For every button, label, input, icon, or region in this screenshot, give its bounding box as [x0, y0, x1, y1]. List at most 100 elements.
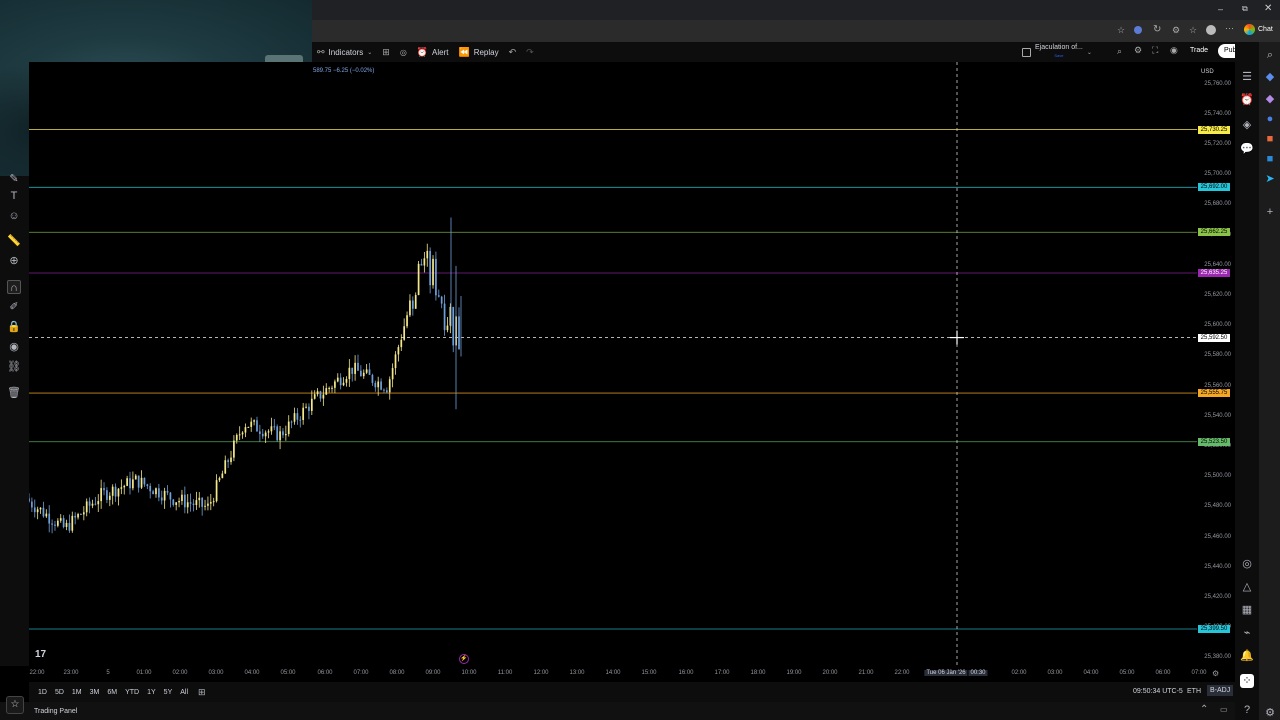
avatar[interactable]: [1206, 25, 1216, 35]
notification-icon[interactable]: 🔔: [1240, 649, 1254, 663]
refresh-icon[interactable]: ↻: [1153, 24, 1161, 35]
trading-panel-tab[interactable]: Trading Panel: [34, 708, 77, 715]
event-marker-icon[interactable]: ⚡: [459, 654, 469, 664]
clock-readout[interactable]: 09:50:34 UTC-5: [1133, 688, 1183, 695]
range-button-1d[interactable]: 1D: [38, 689, 47, 696]
currency-label[interactable]: USD: [1201, 69, 1214, 75]
apps-grid-icon[interactable]: ⁘: [1240, 674, 1254, 688]
redo-button[interactable]: ↷: [526, 47, 534, 58]
price-level-tag[interactable]: 25,692.00: [1198, 183, 1230, 192]
adjustment-toggle[interactable]: B-ADJ: [1207, 685, 1234, 696]
trash-icon[interactable]: 🗑: [7, 386, 21, 400]
price-level-tag[interactable]: 25,399.50: [1198, 625, 1230, 633]
price-level-tag[interactable]: 25,523.50: [1198, 437, 1230, 446]
range-button-1m[interactable]: 1M: [72, 689, 82, 696]
pencil-lock-icon[interactable]: ✐: [7, 300, 21, 314]
range-button-1y[interactable]: 1Y: [147, 689, 156, 696]
settings-icon[interactable]: ⚙: [1134, 45, 1142, 56]
collapse-icon[interactable]: ⌃: [1200, 704, 1208, 715]
alerts-clock-icon[interactable]: ⏰: [1240, 93, 1254, 107]
trade-button[interactable]: Trade: [1190, 47, 1208, 54]
close-icon[interactable]: ✕: [1264, 3, 1272, 14]
price-level-tag[interactable]: 25,662.25: [1198, 228, 1230, 237]
watchlist-icon[interactable]: ☰: [1240, 70, 1254, 84]
range-button-5d[interactable]: 5D: [55, 689, 64, 696]
price-tick: 25,680.00: [1204, 201, 1231, 208]
session-toggle[interactable]: ETH: [1187, 688, 1201, 695]
star-icon[interactable]: ☆: [6, 696, 24, 714]
time-tick: Tue 06 Jan '26: [924, 670, 968, 676]
chat-icon[interactable]: 💬: [1240, 142, 1254, 156]
candle-body: [62, 518, 65, 527]
lock-icon[interactable]: 🔒: [7, 320, 21, 334]
candle-body: [429, 250, 432, 286]
help-icon[interactable]: ?: [1240, 703, 1254, 717]
brush-icon[interactable]: ✎: [7, 172, 21, 186]
time-axis[interactable]: 22:00 23:00 5 01:00 02:00 03:00 04:00 05:00 06:0…: [29, 666, 1235, 682]
target-icon[interactable]: ◎: [1240, 557, 1254, 571]
templates-button[interactable]: ⊞: [382, 47, 390, 58]
settings-icon[interactable]: ⚙: [1263, 706, 1277, 720]
price-level-tag[interactable]: 25,730.25: [1198, 125, 1230, 134]
restore-icon[interactable]: ⧉: [1242, 4, 1248, 14]
ruler-icon[interactable]: 📏: [7, 234, 21, 248]
ideas-icon[interactable]: △: [1240, 580, 1254, 594]
search-icon[interactable]: ⌕: [1263, 48, 1277, 62]
chart-pane[interactable]: 589.75 −6.25 (−0.02%) 17 ⚡: [28, 62, 1197, 666]
camera-icon[interactable]: ◉: [1170, 45, 1178, 56]
price-tick: 25,620.00: [1204, 292, 1231, 299]
tools-icon[interactable]: ◆: [1263, 92, 1277, 106]
replay-button[interactable]: ⏪ Replay: [458, 47, 498, 58]
range-button-ytd[interactable]: YTD: [125, 689, 139, 696]
candle-body: [230, 457, 232, 463]
target-icon: ◎: [399, 47, 407, 57]
undo-button[interactable]: ↶: [509, 47, 517, 58]
magnet-icon[interactable]: ∩: [7, 280, 21, 294]
drawing-toolbar: ✎ T ☺ 📏 ⊕ ∩ ✐ 🔒 ◉ ⛓ 🗑: [0, 173, 29, 666]
calendar-icon[interactable]: ▦: [1240, 603, 1254, 617]
goto-date-icon[interactable]: ⊞: [198, 687, 206, 698]
office-icon[interactable]: ■: [1263, 132, 1277, 146]
settings-gear-icon[interactable]: ⚙: [1212, 669, 1219, 678]
copilot-chat-button[interactable]: Chat: [1244, 24, 1273, 35]
telegram-icon[interactable]: ➤: [1263, 172, 1277, 186]
eye-icon[interactable]: ◉: [7, 340, 21, 354]
outlook-icon[interactable]: ■: [1263, 152, 1277, 166]
layers-icon[interactable]: ◈: [1240, 118, 1254, 132]
search-icon[interactable]: ⌕: [1117, 46, 1122, 57]
maximize-icon[interactable]: ▭: [1220, 705, 1228, 714]
price-axis[interactable]: 25,760.00 25,740.00 25,720.00 25,700.00 25,6…: [1197, 62, 1235, 666]
range-button-all[interactable]: All: [180, 689, 188, 696]
replay-mode-button[interactable]: ◎: [400, 48, 407, 57]
price-level-tag[interactable]: 25,592.50: [1198, 333, 1230, 342]
candle-body: [403, 326, 406, 340]
copilot-icon[interactable]: ●: [1263, 112, 1277, 126]
price-level-tag[interactable]: 25,635.25: [1198, 269, 1230, 278]
puzzle-icon[interactable]: ⚙: [1172, 25, 1180, 36]
more-icon[interactable]: ⋯: [1225, 23, 1234, 34]
candle-body: [123, 485, 126, 488]
range-button-6m[interactable]: 6M: [107, 689, 117, 696]
range-button-5y[interactable]: 5Y: [164, 689, 173, 696]
range-button-3m[interactable]: 3M: [90, 689, 100, 696]
candlestick-chart[interactable]: [28, 62, 1197, 666]
news-icon[interactable]: ⌁: [1240, 626, 1254, 640]
alert-button[interactable]: ⏰ Alert: [417, 47, 449, 58]
indicators-button[interactable]: ⚯ Indicators ⌄: [317, 47, 372, 58]
candle-body: [270, 426, 273, 432]
price-level-tag[interactable]: 25,555.75: [1198, 389, 1230, 398]
shopping-icon[interactable]: ◆: [1263, 70, 1277, 84]
fullscreen-icon[interactable]: ⛶: [1152, 45, 1158, 56]
candle-body: [97, 501, 100, 505]
emoji-icon[interactable]: ☺: [7, 209, 21, 223]
add-icon[interactable]: +: [1263, 205, 1277, 219]
star-icon[interactable]: ☆: [1117, 25, 1125, 36]
zoom-in-icon[interactable]: ⊕: [7, 254, 21, 268]
price-tick: 25,560.00: [1204, 382, 1231, 389]
bookmarks-icon[interactable]: ☆: [1189, 25, 1197, 36]
extension-icon[interactable]: [1134, 26, 1142, 34]
text-icon[interactable]: T: [7, 189, 21, 203]
link-icon[interactable]: ⛓: [7, 360, 21, 374]
layout-menu[interactable]: Ejaculation of... Save ⌄: [1022, 44, 1092, 60]
minimize-icon[interactable]: –: [1218, 4, 1223, 14]
